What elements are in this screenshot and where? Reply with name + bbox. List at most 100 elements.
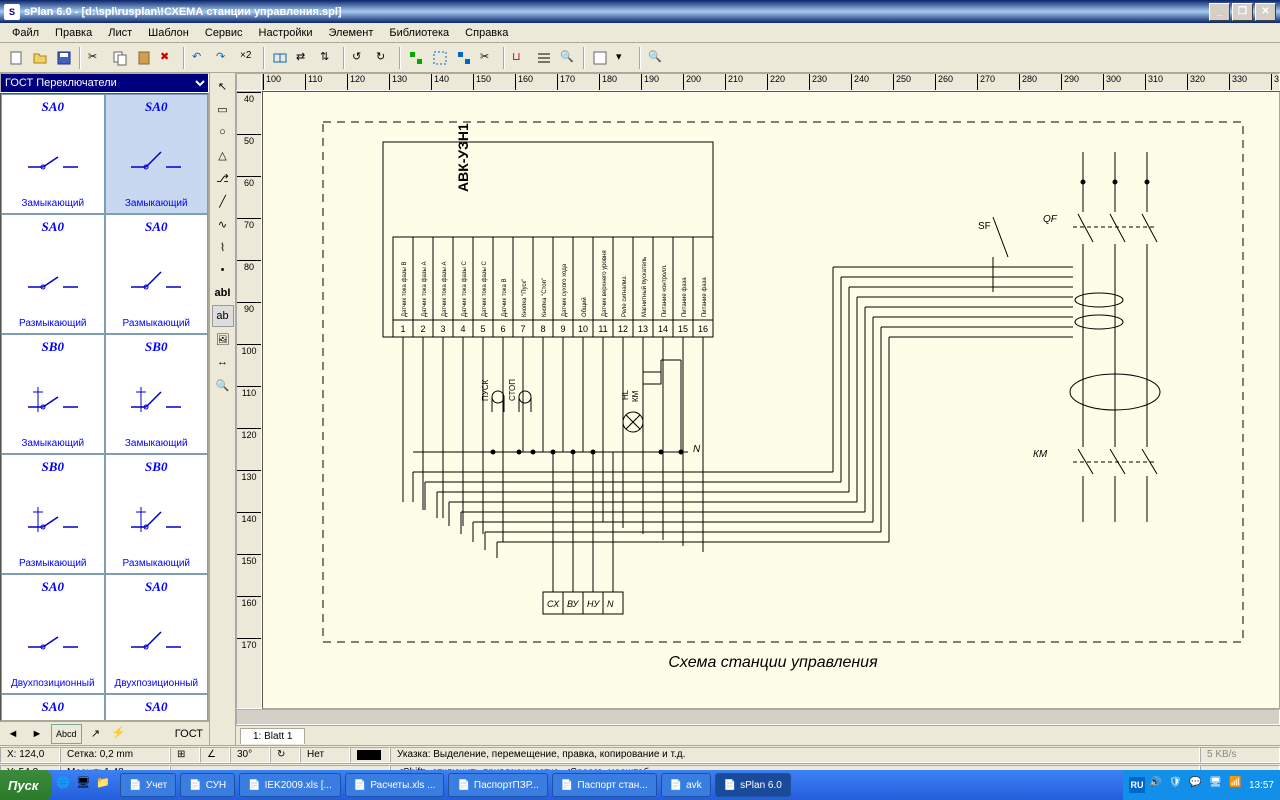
menu-service[interactable]: Сервис — [197, 25, 251, 41]
component-cell[interactable]: SB0 Замыкающий — [1, 334, 105, 454]
save-button[interactable] — [53, 47, 75, 69]
taskbar-item[interactable]: 📄Расчеты.xls ... — [345, 773, 445, 797]
component-cell[interactable]: SA0 — [1, 694, 105, 721]
svg-text:QF: QF — [1043, 214, 1058, 225]
align-button[interactable] — [405, 47, 427, 69]
horizontal-scrollbar[interactable] — [236, 709, 1280, 725]
taskbar-item[interactable]: 📄Паспорт стан... — [552, 773, 657, 797]
lib-abcd-button[interactable]: Abcd — [51, 724, 82, 744]
ql-app-icon[interactable]: 📁 — [96, 776, 114, 794]
cut-button[interactable]: ✂ — [85, 47, 107, 69]
polygon-tool[interactable]: △ — [212, 144, 234, 166]
component-cell[interactable]: SA0 Двухпозиционный — [1, 574, 105, 694]
taskbar-item[interactable]: 📄IEK2009.xls [... — [239, 773, 341, 797]
close-button[interactable]: ✕ — [1255, 3, 1276, 21]
menu-library[interactable]: Библиотека — [381, 25, 457, 41]
component-cell[interactable]: SA0 — [105, 694, 209, 721]
image-tool[interactable]: 🖼 — [212, 328, 234, 350]
tray-icon-1[interactable]: 🔊 — [1149, 777, 1165, 793]
menu-edit[interactable]: Правка — [47, 25, 100, 41]
component-cell[interactable]: SA0 Размыкающий — [1, 214, 105, 334]
duplicate-button[interactable] — [269, 47, 291, 69]
link-icon[interactable]: ↻ — [270, 747, 300, 763]
drawing-toolbar: ↖ ▭ ○ △ ⎇ ╱ ∿ ⌇ • abI ab 🖼 ↔ 🔍 — [210, 73, 236, 745]
taskbar-item[interactable]: 📄СУН — [180, 773, 235, 797]
dropdown-button[interactable]: ▾ — [613, 47, 635, 69]
component-cell[interactable]: SB0 Замыкающий — [105, 334, 209, 454]
tray-icon-2[interactable]: 🛡 — [1169, 777, 1185, 793]
library-select[interactable]: ГОСТ Переключатели — [0, 73, 209, 93]
menu-sheet[interactable]: Лист — [100, 25, 140, 41]
tray-icon-4[interactable]: 🖥 — [1209, 777, 1225, 793]
menu-template[interactable]: Шаблон — [140, 25, 197, 41]
menu-settings[interactable]: Настройки — [251, 25, 321, 41]
copy-button[interactable] — [109, 47, 131, 69]
maximize-button[interactable]: ❐ — [1232, 3, 1253, 21]
tray-icon-5[interactable]: 📶 — [1229, 777, 1245, 793]
lib-next-button[interactable]: ► — [27, 724, 47, 744]
redo-button[interactable]: ↷ — [213, 47, 235, 69]
menu-help[interactable]: Справка — [457, 25, 516, 41]
delete-button[interactable]: ✖ — [157, 47, 179, 69]
lib-bolt-button[interactable]: ⚡ — [110, 724, 130, 744]
color-swatch[interactable] — [350, 747, 390, 763]
rect-tool[interactable]: ▭ — [212, 98, 234, 120]
open-button[interactable] — [29, 47, 51, 69]
circle-tool[interactable]: ○ — [212, 121, 234, 143]
component-cell[interactable]: SA0 Размыкающий — [105, 214, 209, 334]
magnet-button[interactable]: ⊔ — [509, 47, 531, 69]
drawing-canvas[interactable]: АВК-УЗН1 1Датчик тока фазы B2Датчик тока… — [262, 91, 1280, 709]
mirror-v-button[interactable]: ⇅ — [317, 47, 339, 69]
new-button[interactable] — [5, 47, 27, 69]
svg-text:Датчик тока фазы A: Датчик тока фазы A — [442, 261, 448, 317]
bezier-tool[interactable]: ∿ — [212, 213, 234, 235]
windows-taskbar: Пуск 🌐 🖥 📁 📄Учет📄СУН📄IEK2009.xls [...📄Ра… — [0, 770, 1280, 800]
paste-button[interactable] — [133, 47, 155, 69]
taskbar-item[interactable]: 📄Учет — [120, 773, 176, 797]
ql-desktop-icon[interactable]: 🖥 — [76, 776, 94, 794]
taskbar-item[interactable]: 📄sPlan 6.0 — [715, 773, 791, 797]
menu-file[interactable]: Файл — [4, 25, 47, 41]
zoom-tool[interactable]: 🔍 — [212, 374, 234, 396]
component-cell[interactable]: SA0 Двухпозиционный — [105, 574, 209, 694]
ql-ie-icon[interactable]: 🌐 — [56, 776, 74, 794]
svg-text:15: 15 — [678, 324, 688, 334]
list-button[interactable] — [589, 47, 611, 69]
taskbar-item[interactable]: 📄avk — [661, 773, 711, 797]
component-cell[interactable]: SA0 Замыкающий — [105, 94, 209, 214]
svg-text:3: 3 — [440, 324, 445, 334]
minimize-button[interactable]: _ — [1209, 3, 1230, 21]
line-tool[interactable]: ╱ — [212, 190, 234, 212]
rotate-right-button[interactable]: ↻ — [373, 47, 395, 69]
undo-button[interactable]: ↶ — [189, 47, 211, 69]
component-cell[interactable]: SB0 Размыкающий — [1, 454, 105, 574]
print-preview-button[interactable]: 🔍 — [645, 47, 667, 69]
search-button[interactable]: 🔍 — [557, 47, 579, 69]
mirror-h-button[interactable]: ⇄ — [293, 47, 315, 69]
component-cell[interactable]: SB0 Размыкающий — [105, 454, 209, 574]
tray-icon-3[interactable]: 💬 — [1189, 777, 1205, 793]
ungroup-button[interactable] — [453, 47, 475, 69]
grid-icon[interactable]: ⊞ — [170, 747, 200, 763]
trim-button[interactable]: ✂ — [477, 47, 499, 69]
component-cell[interactable]: SA0 Замыкающий — [1, 94, 105, 214]
lang-indicator[interactable]: RU — [1129, 777, 1145, 793]
lib-arrow-button[interactable]: ↗ — [86, 724, 106, 744]
text-tool[interactable]: abI — [212, 282, 234, 304]
start-button[interactable]: Пуск — [0, 770, 52, 800]
pointer-tool[interactable]: ↖ — [212, 75, 234, 97]
polyline-tool[interactable]: ⎇ — [212, 167, 234, 189]
lib-prev-button[interactable]: ◄ — [3, 724, 23, 744]
x2-button[interactable]: ×2 — [237, 47, 259, 69]
node-tool[interactable]: • — [212, 259, 234, 281]
menu-element[interactable]: Элемент — [320, 25, 381, 41]
spline-tool[interactable]: ⌇ — [212, 236, 234, 258]
group-button[interactable] — [429, 47, 451, 69]
renumber-button[interactable] — [533, 47, 555, 69]
sheet-tab-1[interactable]: 1: Blatt 1 — [240, 728, 305, 744]
taskbar-item[interactable]: 📄ПаспортПЗР... — [448, 773, 547, 797]
angle-icon[interactable]: ∠ — [200, 747, 230, 763]
label-tool[interactable]: ab — [212, 305, 234, 327]
dimension-tool[interactable]: ↔ — [212, 351, 234, 373]
rotate-left-button[interactable]: ↺ — [349, 47, 371, 69]
